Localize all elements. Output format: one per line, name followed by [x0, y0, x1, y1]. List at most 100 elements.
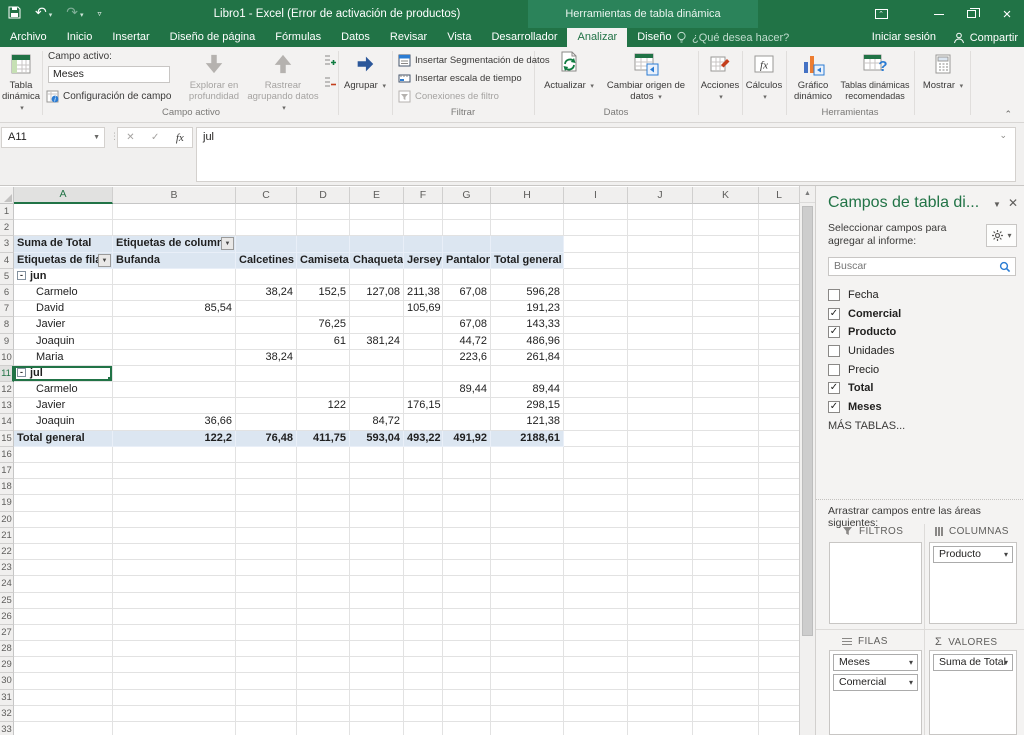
row-header-22[interactable]: 22 [0, 544, 14, 560]
field-checkbox-precio[interactable] [828, 364, 840, 376]
cell-L29[interactable] [759, 657, 799, 673]
cell-A11[interactable]: -jul [14, 366, 113, 382]
cell-L12[interactable] [759, 382, 799, 398]
cell-A31[interactable] [14, 690, 113, 706]
collapse-ribbon-icon[interactable]: ⌃ [1004, 109, 1012, 120]
cell-K22[interactable] [693, 544, 759, 560]
cell-K4[interactable] [693, 253, 759, 269]
row-header-27[interactable]: 27 [0, 625, 14, 641]
cell-E23[interactable] [350, 560, 404, 576]
cell-I21[interactable] [564, 528, 628, 544]
cell-J23[interactable] [628, 560, 693, 576]
cell-J12[interactable] [628, 382, 693, 398]
column-header-I[interactable]: I [564, 187, 628, 204]
cell-D3[interactable] [297, 236, 350, 252]
cell-E15[interactable]: 593,04 [350, 431, 404, 447]
share-button[interactable]: Compartir [953, 28, 1018, 47]
cell-G15[interactable]: 491,92 [443, 431, 491, 447]
row-header-12[interactable]: 12 [0, 382, 14, 398]
cell-F3[interactable] [404, 236, 443, 252]
cell-C9[interactable] [236, 334, 297, 350]
filters-area-box[interactable] [829, 542, 922, 624]
cell-G23[interactable] [443, 560, 491, 576]
cell-B33[interactable] [113, 722, 236, 735]
field-checkbox-meses[interactable]: ✓ [828, 401, 840, 413]
row-header-15[interactable]: 15 [0, 431, 14, 447]
column-header-D[interactable]: D [297, 187, 350, 204]
cell-G1[interactable] [443, 204, 491, 220]
cell-J11[interactable] [628, 366, 693, 382]
cell-H12[interactable]: 89,44 [491, 382, 564, 398]
cell-F2[interactable] [404, 220, 443, 236]
cell-B21[interactable] [113, 528, 236, 544]
cell-C23[interactable] [236, 560, 297, 576]
row-header-7[interactable]: 7 [0, 301, 14, 317]
cell-E4[interactable]: Chaqueta [350, 253, 404, 269]
cell-L7[interactable] [759, 301, 799, 317]
cell-D15[interactable]: 411,75 [297, 431, 350, 447]
cell-B4[interactable]: Bufanda [113, 253, 236, 269]
cell-A8[interactable]: Javier [14, 317, 113, 333]
cell-D22[interactable] [297, 544, 350, 560]
cell-H20[interactable] [491, 512, 564, 528]
cell-K18[interactable] [693, 479, 759, 495]
field-item-total[interactable]: ✓Total [828, 379, 1016, 398]
column-header-K[interactable]: K [693, 187, 759, 204]
cell-L18[interactable] [759, 479, 799, 495]
cell-H31[interactable] [491, 690, 564, 706]
cell-L17[interactable] [759, 463, 799, 479]
cell-A12[interactable]: Carmelo [14, 382, 113, 398]
cell-F14[interactable] [404, 414, 443, 430]
cell-I17[interactable] [564, 463, 628, 479]
cell-C22[interactable] [236, 544, 297, 560]
enter-icon[interactable]: ✓ [151, 132, 159, 143]
cell-G6[interactable]: 67,08 [443, 285, 491, 301]
cell-H22[interactable] [491, 544, 564, 560]
cell-F8[interactable] [404, 317, 443, 333]
field-item-precio[interactable]: Precio [828, 360, 1016, 379]
cell-K32[interactable] [693, 706, 759, 722]
row-header-31[interactable]: 31 [0, 690, 14, 706]
cell-F24[interactable] [404, 576, 443, 592]
cell-L26[interactable] [759, 609, 799, 625]
cell-B9[interactable] [113, 334, 236, 350]
row-header-19[interactable]: 19 [0, 495, 14, 511]
cell-J32[interactable] [628, 706, 693, 722]
cell-L10[interactable] [759, 350, 799, 366]
cell-A6[interactable]: Carmelo [14, 285, 113, 301]
cell-I12[interactable] [564, 382, 628, 398]
cell-B23[interactable] [113, 560, 236, 576]
cell-E1[interactable] [350, 204, 404, 220]
cell-B19[interactable] [113, 495, 236, 511]
cell-L15[interactable] [759, 431, 799, 447]
cell-F33[interactable] [404, 722, 443, 735]
cell-A14[interactable]: Joaquin [14, 414, 113, 430]
cell-F28[interactable] [404, 641, 443, 657]
cell-J29[interactable] [628, 657, 693, 673]
cell-I18[interactable] [564, 479, 628, 495]
restore-button[interactable] [956, 0, 986, 28]
cell-H6[interactable]: 596,28 [491, 285, 564, 301]
cell-J33[interactable] [628, 722, 693, 735]
expand-field-icon[interactable] [322, 53, 338, 68]
cell-D4[interactable]: Camiseta [297, 253, 350, 269]
cell-C18[interactable] [236, 479, 297, 495]
cell-A28[interactable] [14, 641, 113, 657]
cell-E8[interactable] [350, 317, 404, 333]
cell-L28[interactable] [759, 641, 799, 657]
cell-J28[interactable] [628, 641, 693, 657]
cell-G5[interactable] [443, 269, 491, 285]
vertical-scrollbar[interactable]: ▲ [799, 186, 815, 735]
calculations-button[interactable]: fx Cálculos [744, 50, 784, 116]
cell-F1[interactable] [404, 204, 443, 220]
scrollbar-thumb[interactable] [802, 206, 813, 636]
cell-F10[interactable] [404, 350, 443, 366]
cell-F9[interactable] [404, 334, 443, 350]
cell-B18[interactable] [113, 479, 236, 495]
cell-H25[interactable] [491, 593, 564, 609]
name-box[interactable]: A11▼ [1, 127, 105, 148]
cell-G27[interactable] [443, 625, 491, 641]
cell-F5[interactable] [404, 269, 443, 285]
cell-C29[interactable] [236, 657, 297, 673]
cell-I33[interactable] [564, 722, 628, 735]
